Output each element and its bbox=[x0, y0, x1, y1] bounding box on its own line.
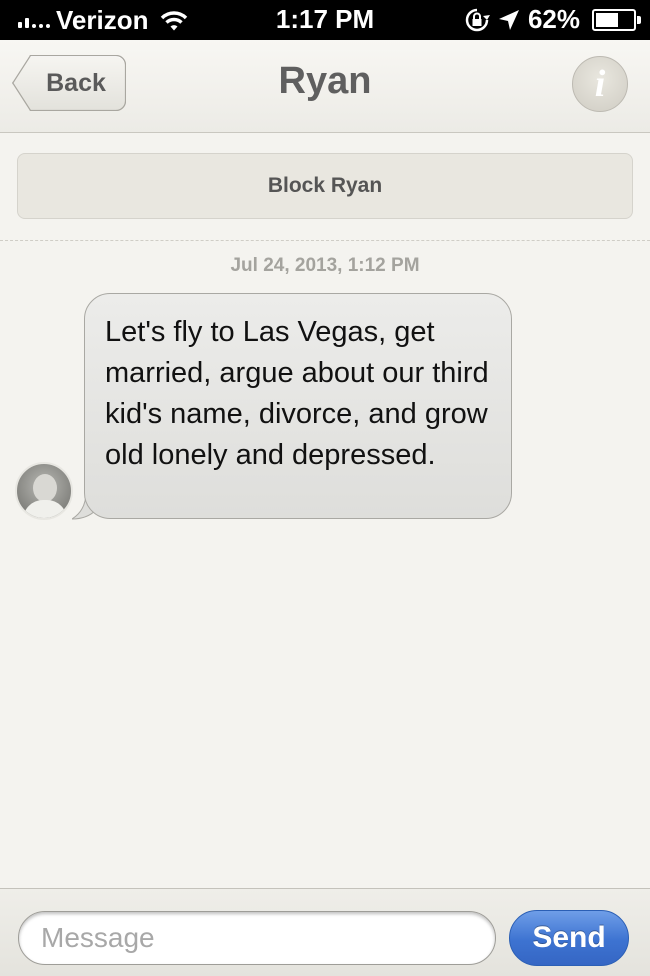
conversation-title: Ryan bbox=[278, 60, 372, 102]
message-composer: Send bbox=[0, 888, 650, 976]
status-bar: Verizon 1:17 PM 62% bbox=[0, 0, 650, 40]
message-bubble[interactable]: Let's fly to Las Vegas, get married, arg… bbox=[84, 293, 512, 519]
location-arrow-icon bbox=[498, 9, 519, 30]
send-button[interactable]: Send bbox=[509, 910, 629, 966]
block-contact-button[interactable]: Block Ryan bbox=[17, 153, 633, 219]
battery-percent: 62% bbox=[527, 4, 580, 34]
battery-icon bbox=[592, 8, 641, 31]
message-text: Let's fly to Las Vegas, get married, arg… bbox=[105, 316, 489, 471]
rotation-lock-icon bbox=[465, 8, 490, 31]
message-input[interactable] bbox=[18, 911, 496, 965]
info-button[interactable]: i bbox=[572, 56, 628, 112]
status-right: 62% bbox=[464, 4, 641, 35]
avatar[interactable] bbox=[15, 462, 73, 520]
info-icon: i bbox=[594, 63, 606, 105]
message-timestamp: Jul 24, 2013, 1:12 PM bbox=[230, 255, 420, 276]
divider bbox=[0, 240, 650, 241]
navigation-bar: Back Ryan i bbox=[0, 40, 650, 133]
